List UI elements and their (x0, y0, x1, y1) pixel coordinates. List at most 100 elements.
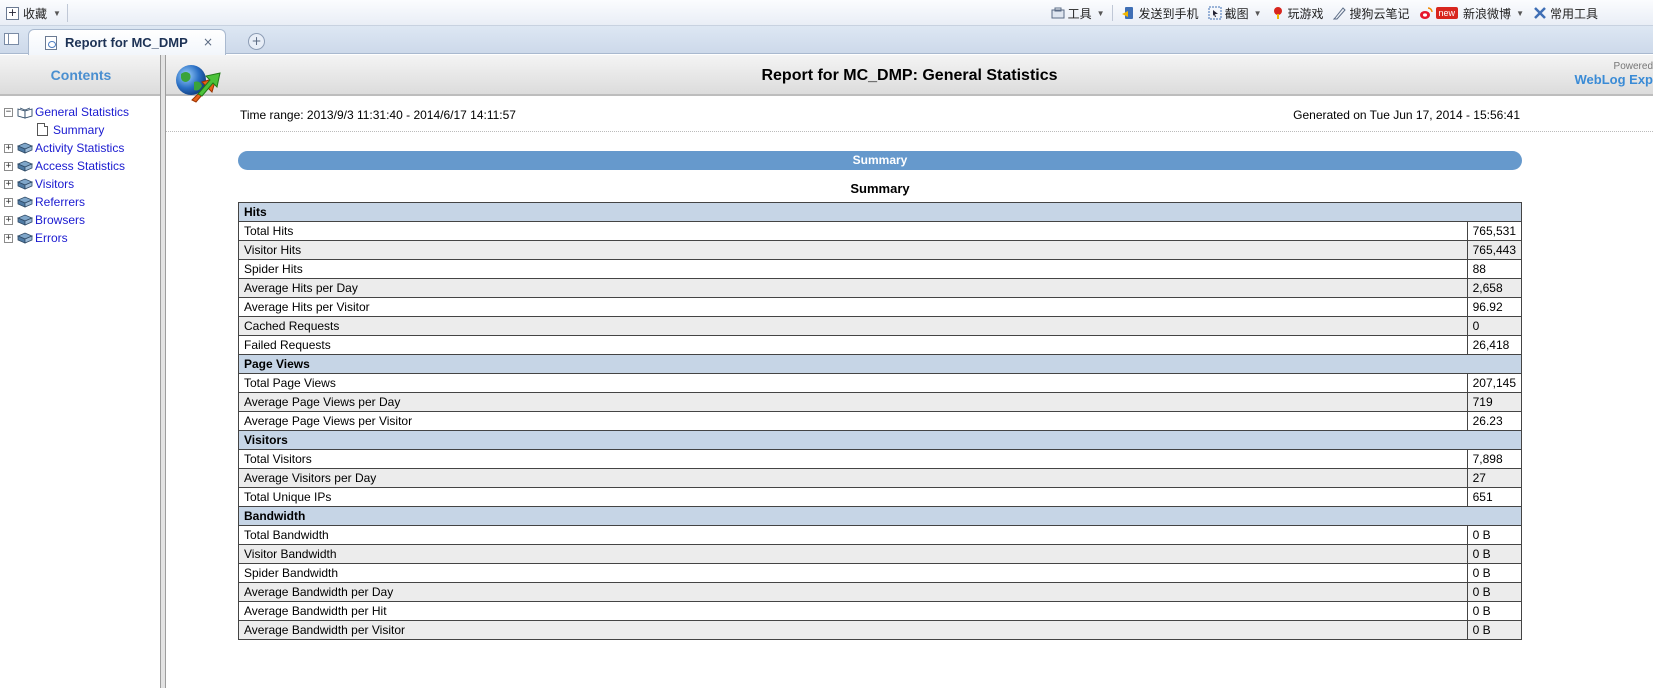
row-value: 0 B (1466, 620, 1523, 640)
screenshot-label: 截图 (1224, 6, 1249, 21)
table-row: Average Bandwidth per Visitor 0 B (238, 620, 1523, 640)
new-tab-button[interactable]: + (248, 33, 265, 50)
row-value: 0 (1466, 316, 1523, 336)
favorites-label: 收藏 (23, 7, 48, 21)
table-row: Average Bandwidth per Hit 0 B (238, 601, 1523, 621)
table-row: Visitor Hits 765,443 (238, 240, 1523, 260)
row-value: 96.92 (1466, 297, 1523, 317)
row-label: Cached Requests (238, 316, 1468, 336)
row-label: Spider Bandwidth (238, 563, 1468, 583)
row-label: Spider Hits (238, 259, 1468, 279)
row-label: Average Visitors per Day (238, 468, 1468, 488)
tree-item[interactable]: + Referrers (0, 194, 162, 212)
brand-link[interactable]: WebLog Exp (1575, 72, 1653, 88)
table-row: Total Hits 765,531 (238, 221, 1523, 241)
expand-icon[interactable]: + (4, 234, 13, 243)
tree-item[interactable]: + Errors (0, 230, 162, 248)
tree-item-label[interactable]: Referrers (35, 195, 85, 209)
table-row: Total Page Views 207,145 (238, 373, 1523, 393)
browser-toolbar: + 收藏 ▼ 工具 ▼ 发送到手机 截图 ▼ 玩游戏 搜狗云笔记 new 新浪微… (0, 0, 1653, 26)
tree-item-label[interactable]: Visitors (35, 177, 74, 191)
expand-icon[interactable]: + (4, 144, 13, 153)
book-icon (16, 142, 34, 155)
book-icon (16, 232, 34, 245)
contents-title: Contents (0, 55, 162, 96)
weibo-button[interactable]: new 新浪微博 ▼ (1419, 5, 1524, 22)
cloud-note-label: 搜狗云笔记 (1349, 6, 1410, 21)
screenshot-button[interactable]: 截图 ▼ (1208, 5, 1262, 22)
row-value: 765,531 (1466, 221, 1523, 241)
row-value: 765,443 (1466, 240, 1523, 260)
common-tools-icon (1533, 6, 1547, 20)
tree-item[interactable]: − General Statistics (0, 104, 162, 122)
collapse-icon[interactable]: − (4, 108, 13, 117)
favorites-button[interactable]: + 收藏 ▼ (6, 5, 61, 22)
tree-item-label[interactable]: Summary (53, 123, 104, 137)
sidebar-toggle-icon[interactable] (4, 33, 19, 45)
tree-item-label[interactable]: Access Statistics (35, 159, 125, 173)
table-row: Average Page Views per Day 719 (238, 392, 1523, 412)
toolbar-tools: 工具 ▼ 发送到手机 截图 ▼ 玩游戏 搜狗云笔记 new 新浪微博 ▼ 常用工… (1042, 4, 1598, 22)
open-book-icon (17, 106, 33, 119)
common-tools-label: 常用工具 (1549, 6, 1598, 21)
expand-icon[interactable]: + (4, 180, 13, 189)
common-tools-button[interactable]: 常用工具 (1533, 5, 1598, 22)
book-icon (16, 196, 34, 209)
row-label: Average Page Views per Day (238, 392, 1468, 412)
screenshot-icon (1208, 6, 1222, 20)
table-row: Visitor Bandwidth 0 B (238, 544, 1523, 564)
tree-item-label[interactable]: General Statistics (35, 105, 129, 119)
weibo-icon (1419, 6, 1433, 20)
expand-icon[interactable]: + (4, 216, 13, 225)
row-value: 27 (1466, 468, 1523, 488)
page-icon (45, 35, 57, 50)
row-value: 7,898 (1466, 449, 1523, 469)
tree-item[interactable]: + Access Statistics (0, 158, 162, 176)
send-to-phone-label: 发送到手机 (1138, 6, 1199, 21)
table-row: Average Hits per Day 2,658 (238, 278, 1523, 298)
row-value: 719 (1466, 392, 1523, 412)
toolbar-separator (67, 4, 68, 22)
frame-splitter[interactable] (160, 55, 166, 688)
send-to-phone-button[interactable]: 发送到手机 (1121, 5, 1199, 22)
row-value: 0 B (1466, 582, 1523, 602)
games-label: 玩游戏 (1287, 6, 1324, 21)
tree-item-label[interactable]: Activity Statistics (35, 141, 124, 155)
toolbar-separator (1111, 5, 1113, 21)
add-favorite-icon: + (6, 6, 19, 20)
group-header: Visitors (238, 430, 1522, 450)
row-label: Average Page Views per Visitor (238, 411, 1468, 431)
book-icon (16, 160, 34, 173)
tree-item[interactable]: + Activity Statistics (0, 140, 162, 158)
table-row: Average Hits per Visitor 96.92 (238, 297, 1523, 317)
time-range: Time range: 2013/9/3 11:31:40 - 2014/6/1… (240, 108, 516, 122)
table-row: Total Bandwidth 0 B (238, 525, 1523, 545)
table-title: Summary (850, 181, 910, 196)
row-value: 0 B (1466, 544, 1523, 564)
tree-item[interactable]: + Visitors (0, 176, 162, 194)
summary-table: Hits Total Hits 765,531 Visitor Hits 765,443… (238, 202, 1523, 640)
expand-icon[interactable]: + (4, 198, 13, 207)
games-button[interactable]: 玩游戏 (1271, 5, 1324, 22)
table-group-row: Hits (238, 202, 1522, 222)
generated-date: Generated on Tue Jun 17, 2014 - 15:56:41 (1293, 108, 1520, 122)
new-badge: new (1435, 7, 1459, 19)
tree-item[interactable]: + Browsers (0, 212, 162, 230)
tree-item[interactable]: Summary (0, 122, 162, 140)
close-icon[interactable]: × (203, 35, 213, 49)
tree-item-label[interactable]: Browsers (35, 213, 85, 227)
row-label: Total Unique IPs (238, 487, 1468, 507)
tab-bar: Report for MC_DMP × + (0, 26, 1653, 55)
powered-by: Powered WebLog Exp (1575, 61, 1653, 88)
expand-icon[interactable]: + (4, 162, 13, 171)
tree-item-label[interactable]: Errors (35, 231, 68, 245)
powered-by-label: Powered (1613, 61, 1653, 72)
row-value: 26,418 (1466, 335, 1523, 355)
tools-menu-button[interactable]: 工具 ▼ (1051, 5, 1105, 22)
chevron-down-icon: ▼ (1096, 8, 1105, 18)
table-row: Total Visitors 7,898 (238, 449, 1523, 469)
tab-report[interactable]: Report for MC_DMP × (28, 29, 226, 55)
row-value: 26.23 (1466, 411, 1523, 431)
cloud-note-button[interactable]: 搜狗云笔记 (1332, 5, 1410, 22)
report-title: Report for MC_DMP: General Statistics (761, 67, 1058, 84)
